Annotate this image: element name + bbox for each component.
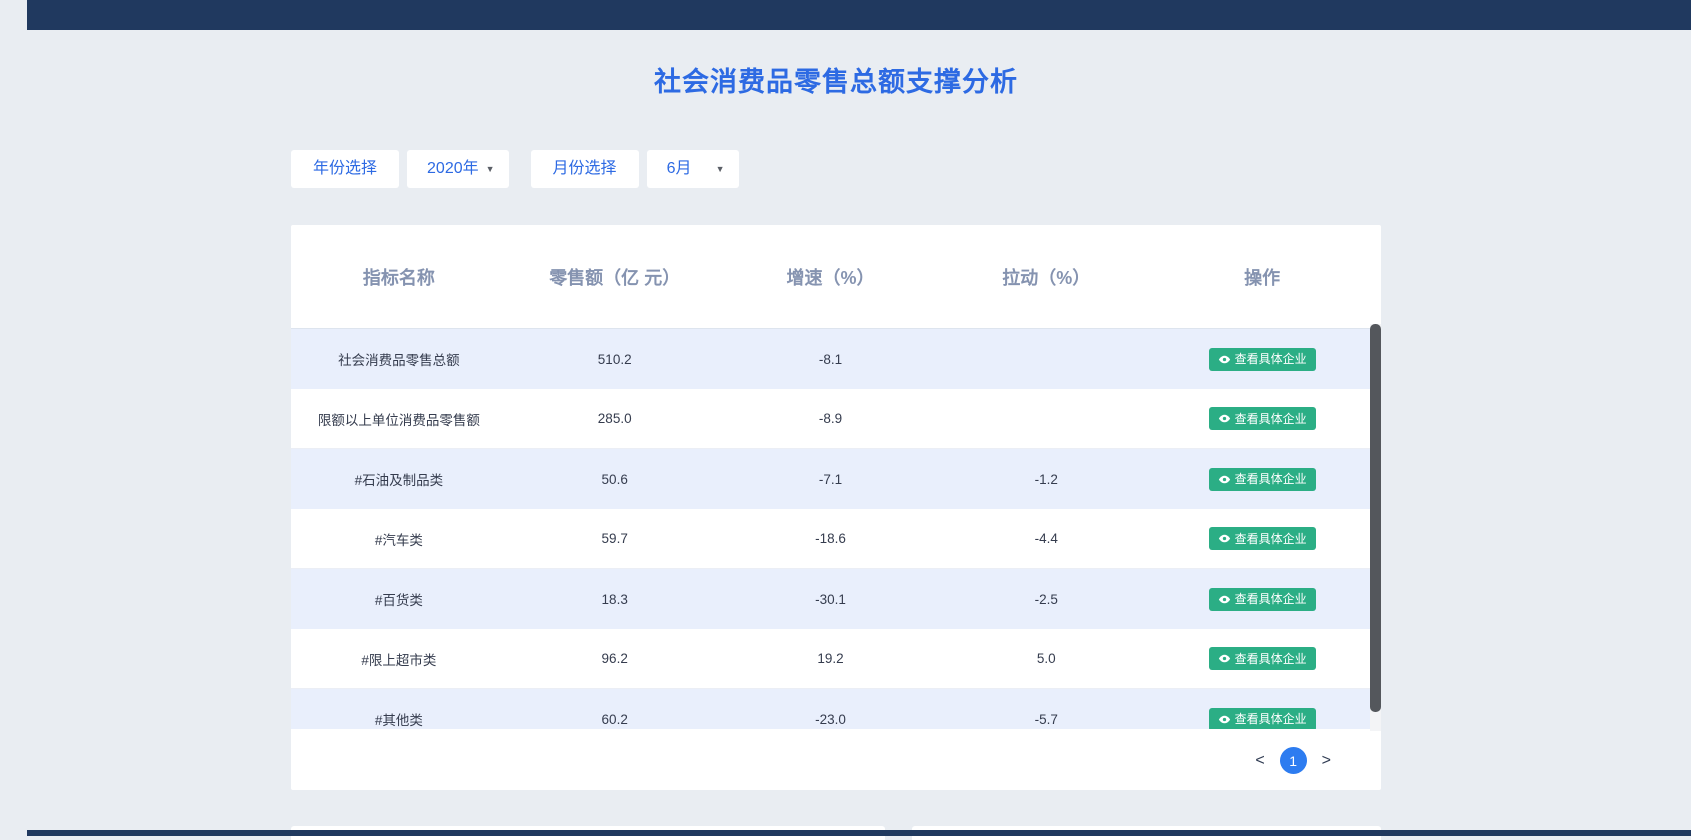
eye-icon [1218,532,1231,545]
view-enterprises-label: 查看具体企业 [1235,353,1307,365]
eye-icon [1218,412,1231,425]
table-row: #百货类18.3-30.1-2.5 查看具体企业 [291,569,1370,629]
cell-name: #石油及制品类 [291,469,507,489]
bottom-navy-bar [27,830,1691,836]
eye-icon [1218,713,1231,726]
view-enterprises-button[interactable]: 查看具体企业 [1209,407,1316,430]
cell-growth: -18.6 [723,531,939,546]
month-select-value: 6月 [667,150,692,188]
table-scrollbar-thumb[interactable] [1370,324,1381,712]
table-row: #汽车类59.7-18.6-4.4 查看具体企业 [291,509,1370,569]
column-header-retail: 零售额（亿 元） [507,264,723,290]
cell-pull: -4.4 [938,531,1154,546]
pagination: < 1 > [291,731,1381,790]
cell-action: 查看具体企业 [1154,527,1370,550]
table-row: #其他类60.2-23.0-5.7 查看具体企业 [291,689,1370,729]
cell-name: #百货类 [291,589,507,609]
prev-page-button[interactable]: < [1255,752,1264,770]
view-enterprises-label: 查看具体企业 [1235,533,1307,545]
column-header-action: 操作 [1154,264,1370,290]
cell-pull: 5.0 [938,651,1154,666]
table-row: #石油及制品类50.6-7.1-1.2 查看具体企业 [291,449,1370,509]
cell-action: 查看具体企业 [1154,647,1370,670]
view-enterprises-label: 查看具体企业 [1235,653,1307,665]
cell-retail: 96.2 [507,651,723,666]
eye-icon [1218,593,1231,606]
month-select[interactable]: 6月 ▼ [647,150,739,188]
cell-retail: 60.2 [507,712,723,727]
column-header-growth: 增速（%） [723,264,939,290]
table-body: 社会消费品零售总额510.2-8.1查看具体企业限额以上单位消费品零售额285.… [291,329,1370,729]
cell-retail: 50.6 [507,472,723,487]
cell-name: 社会消费品零售总额 [291,349,507,369]
cell-growth: -7.1 [723,472,939,487]
column-header-pull: 拉动（%） [938,264,1154,290]
chevron-down-icon: ▼ [716,150,725,188]
top-navy-bar [27,0,1691,30]
view-enterprises-label: 查看具体企业 [1235,713,1307,725]
cell-action: 查看具体企业 [1154,468,1370,491]
page-title: 社会消费品零售总额支撑分析 [291,60,1381,99]
cell-growth: -8.1 [723,352,939,367]
chevron-down-icon: ▼ [486,150,495,188]
view-enterprises-label: 查看具体企业 [1235,593,1307,605]
month-filter-label: 月份选择 [531,150,639,188]
table-row: #限上超市类96.219.25.0 查看具体企业 [291,629,1370,689]
cell-pull: -5.7 [938,712,1154,727]
cell-name: 限额以上单位消费品零售额 [291,409,507,429]
table-row: 限额以上单位消费品零售额285.0-8.9 查看具体企业 [291,389,1370,449]
cell-action: 查看具体企业 [1154,407,1370,430]
view-enterprises-label: 查看具体企业 [1235,413,1307,425]
cell-action: 查看具体企业 [1154,708,1370,730]
cell-retail: 510.2 [507,352,723,367]
cell-name: #其他类 [291,709,507,729]
eye-icon [1218,473,1231,486]
cell-retail: 59.7 [507,531,723,546]
year-filter-label: 年份选择 [291,150,399,188]
view-enterprises-button[interactable]: 查看具体企业 [1209,468,1316,491]
table-row: 社会消费品零售总额510.2-8.1 查看具体企业 [291,329,1370,389]
table-header-row: 指标名称 零售额（亿 元） 增速（%） 拉动（%） 操作 [291,225,1381,329]
cell-name: #限上超市类 [291,649,507,669]
cell-pull: -1.2 [938,472,1154,487]
cell-retail: 18.3 [507,592,723,607]
view-enterprises-button[interactable]: 查看具体企业 [1209,647,1316,670]
view-enterprises-button[interactable]: 查看具体企业 [1209,348,1316,371]
cell-pull: -2.5 [938,592,1154,607]
cell-growth: -23.0 [723,712,939,727]
cell-growth: 19.2 [723,651,939,666]
cell-action: 查看具体企业 [1154,348,1370,371]
cell-growth: -30.1 [723,592,939,607]
filter-bar: 年份选择 2020年 ▼ 月份选择 6月 ▼ [291,150,739,188]
table-scrollbar-track[interactable] [1370,324,1381,731]
next-page-button[interactable]: > [1322,752,1331,770]
analysis-table-card: 指标名称 零售额（亿 元） 增速（%） 拉动（%） 操作 社会消费品零售总额51… [291,225,1381,790]
cell-retail: 285.0 [507,411,723,426]
eye-icon [1218,353,1231,366]
year-select-value: 2020年 [427,150,479,188]
view-enterprises-button[interactable]: 查看具体企业 [1209,527,1316,550]
view-enterprises-button[interactable]: 查看具体企业 [1209,708,1316,730]
cell-growth: -8.9 [723,411,939,426]
view-enterprises-button[interactable]: 查看具体企业 [1209,588,1316,611]
view-enterprises-label: 查看具体企业 [1235,473,1307,485]
year-select[interactable]: 2020年 ▼ [407,150,509,188]
cell-name: #汽车类 [291,529,507,549]
eye-icon [1218,652,1231,665]
column-header-indicator: 指标名称 [291,264,507,290]
cell-action: 查看具体企业 [1154,588,1370,611]
page-1-button[interactable]: 1 [1280,747,1307,774]
